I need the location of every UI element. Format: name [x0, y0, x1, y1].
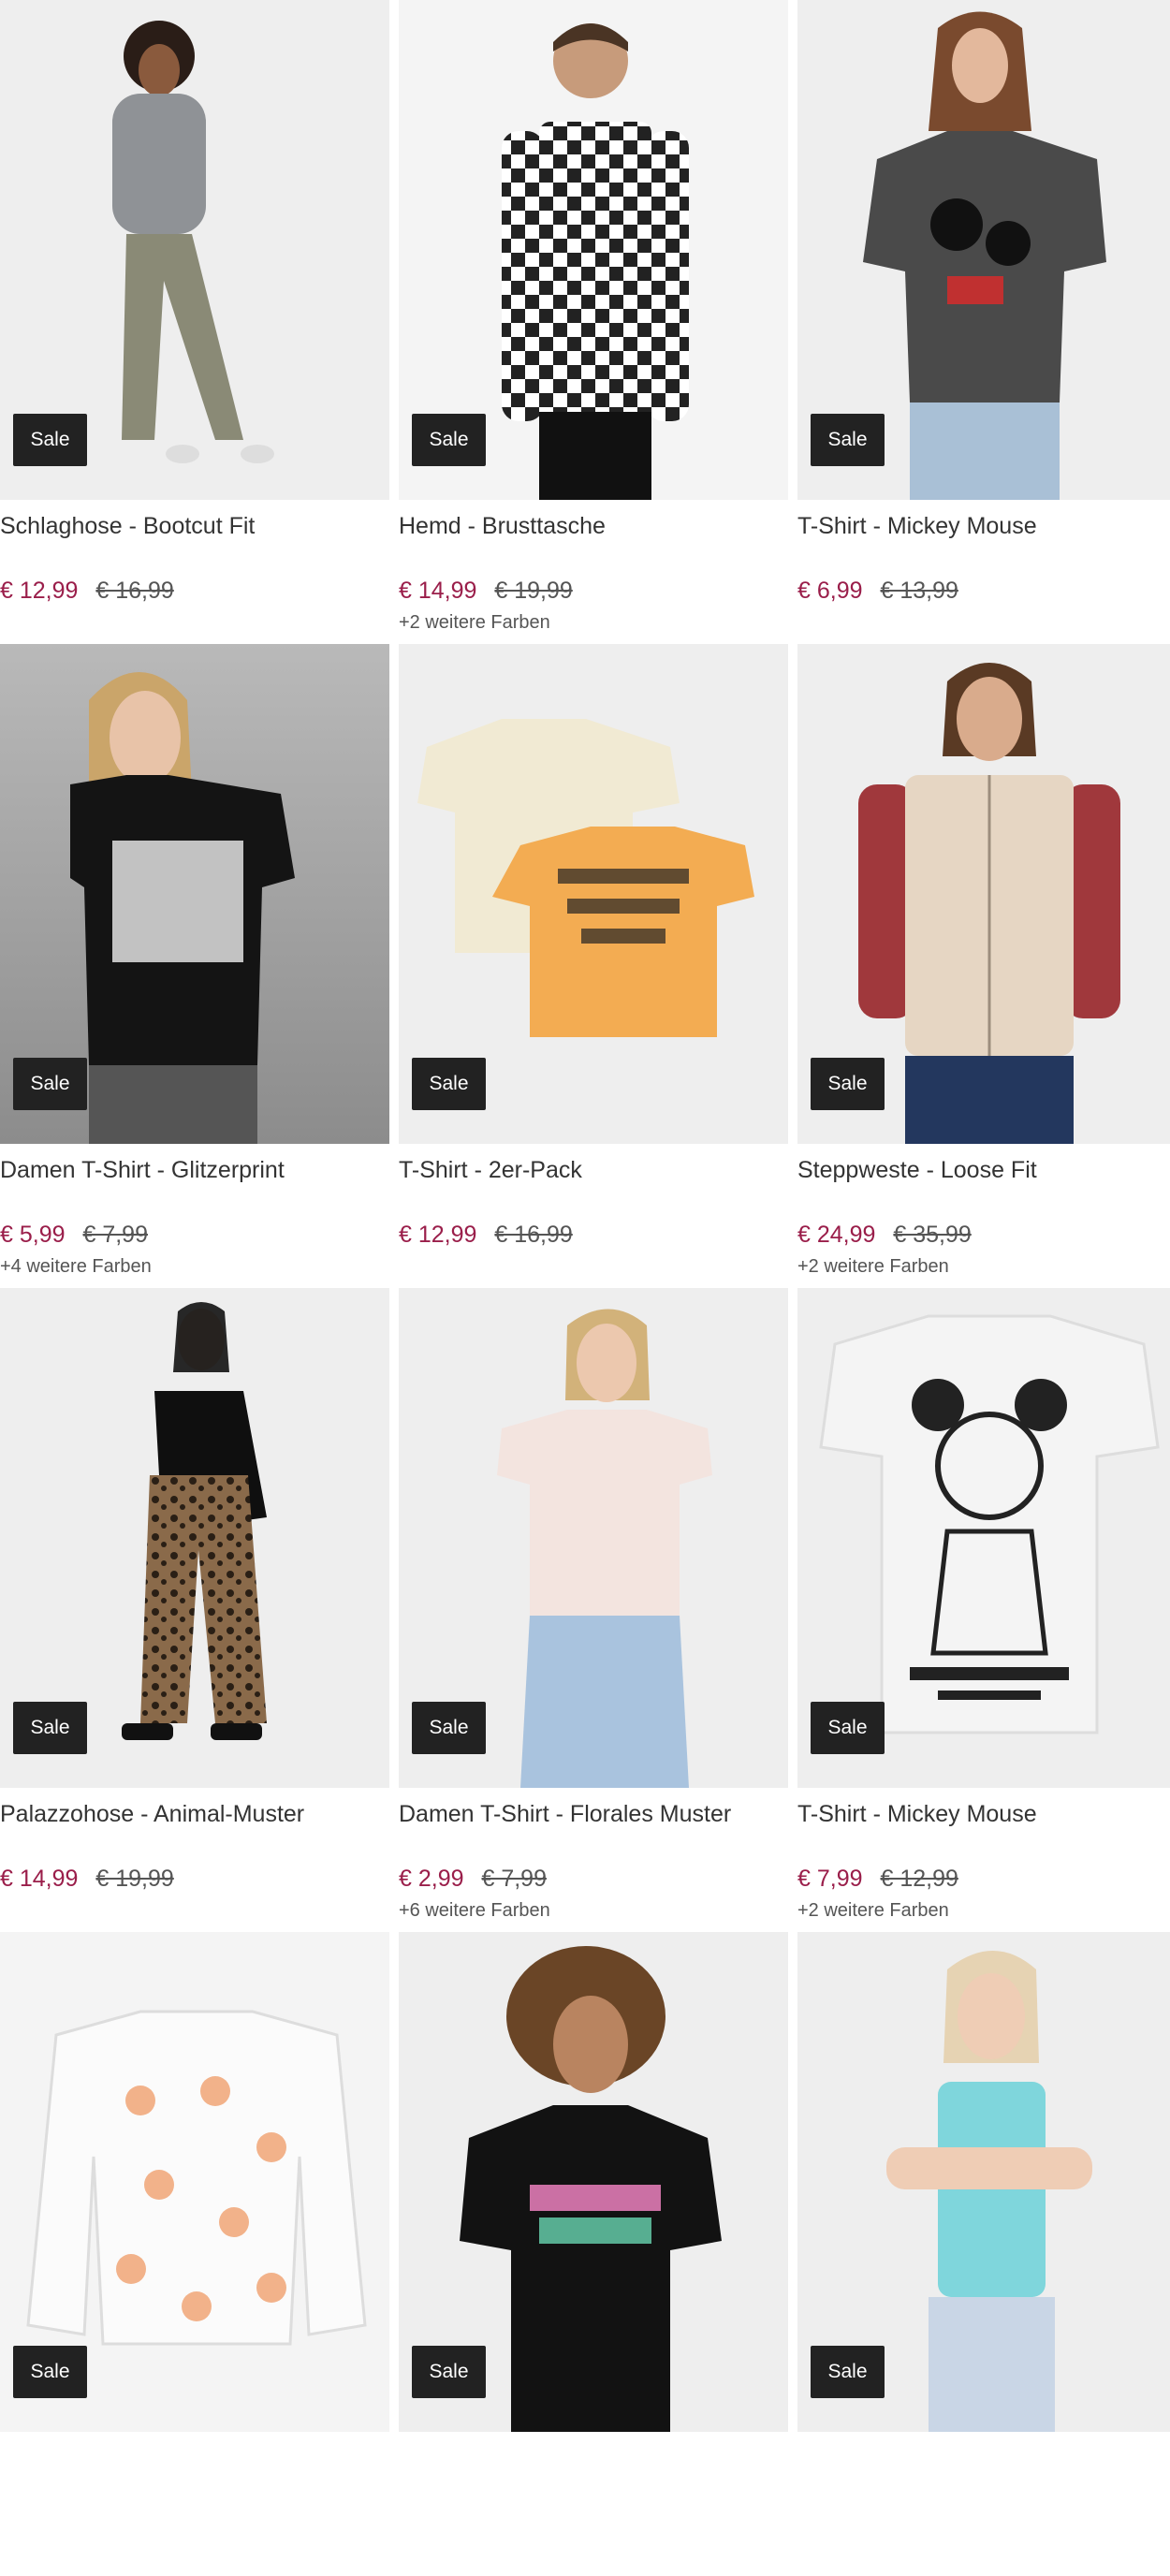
product-card[interactable]: Sale — [399, 1932, 788, 2576]
product-name[interactable]: Damen T-Shirt - Florales Muster — [399, 1799, 788, 1829]
price-row: € 6,99 € 13,99 — [797, 577, 1170, 605]
more-colors[interactable]: +4 weitere Farben — [0, 1256, 389, 1278]
product-card[interactable]: Sale — [797, 1932, 1170, 2576]
product-name[interactable]: Damen T-Shirt - Glitzerprint — [0, 1155, 389, 1185]
original-price: € 12,99 — [880, 1866, 958, 1892]
sale-price: € 5,99 — [0, 1222, 66, 1248]
sale-price: € 24,99 — [797, 1222, 876, 1248]
product-card[interactable]: Sale T-Shirt - Mickey Mouse € 6,99 € 13,… — [797, 0, 1170, 644]
sale-price: € 6,99 — [797, 578, 863, 604]
original-price: € 35,99 — [893, 1222, 972, 1248]
product-card[interactable]: Sale Palazzohose - Animal-Muster € 14,99… — [0, 1288, 389, 1932]
product-image[interactable]: Sale — [0, 1288, 389, 1788]
product-card[interactable]: Sale Hemd - Brusttasche € 14,99 € 19,99 … — [399, 0, 788, 644]
product-name[interactable]: T-Shirt - 2er-Pack — [399, 1155, 788, 1185]
more-colors[interactable]: +2 weitere Farben — [399, 612, 788, 634]
product-grid: Sale Schlaghose - Bootcut Fit € 12,99 € … — [0, 0, 1170, 2576]
sale-price: € 14,99 — [399, 578, 477, 604]
product-name[interactable]: T-Shirt - Mickey Mouse — [797, 511, 1170, 541]
product-card[interactable]: Sale Steppweste - Loose Fit € 24,99 € 35… — [797, 644, 1170, 1288]
sale-badge: Sale — [811, 414, 885, 466]
sale-badge: Sale — [412, 414, 486, 466]
more-colors[interactable]: +6 weitere Farben — [399, 1900, 788, 1922]
original-price: € 13,99 — [880, 578, 958, 604]
price-row: € 2,99 € 7,99 — [399, 1865, 788, 1893]
price-row: € 5,99 € 7,99 — [0, 1221, 389, 1249]
price-row: € 7,99 € 12,99 — [797, 1865, 1170, 1893]
price-row: € 12,99 € 16,99 — [0, 577, 389, 605]
price-row: € 12,99 € 16,99 — [399, 1221, 788, 1249]
product-image[interactable]: Sale — [797, 644, 1170, 1144]
product-image[interactable]: Sale — [797, 0, 1170, 500]
product-image[interactable]: Sale — [0, 1932, 389, 2432]
price-row: € 24,99 € 35,99 — [797, 1221, 1170, 1249]
sale-price: € 2,99 — [399, 1866, 464, 1892]
sale-price: € 7,99 — [797, 1866, 863, 1892]
sale-badge: Sale — [13, 2346, 87, 2398]
sale-badge: Sale — [811, 2346, 885, 2398]
product-card[interactable]: Sale T-Shirt - Mickey Mouse € 7,99 € 12,… — [797, 1288, 1170, 1932]
original-price: € 19,99 — [494, 578, 573, 604]
product-card[interactable]: Sale T-Shirt - 2er-Pack € 12,99 € 16,99 — [399, 644, 788, 1288]
sale-badge: Sale — [412, 1058, 486, 1110]
original-price: € 16,99 — [494, 1222, 573, 1248]
product-name[interactable]: Schlaghose - Bootcut Fit — [0, 511, 389, 541]
sale-price: € 12,99 — [0, 578, 79, 604]
more-colors[interactable]: +2 weitere Farben — [797, 1256, 1170, 1278]
original-price: € 16,99 — [95, 578, 174, 604]
product-image[interactable]: Sale — [399, 1288, 788, 1788]
product-card[interactable]: Sale Schlaghose - Bootcut Fit € 12,99 € … — [0, 0, 389, 644]
product-name[interactable]: Hemd - Brusttasche — [399, 511, 788, 541]
sale-price: € 12,99 — [399, 1222, 477, 1248]
product-card[interactable]: Sale — [0, 1932, 389, 2576]
price-row: € 14,99 € 19,99 — [399, 577, 788, 605]
sale-price: € 14,99 — [0, 1866, 79, 1892]
product-image[interactable]: Sale — [797, 1288, 1170, 1788]
product-name[interactable]: Steppweste - Loose Fit — [797, 1155, 1170, 1185]
sale-badge: Sale — [13, 1058, 87, 1110]
original-price: € 7,99 — [82, 1222, 148, 1248]
product-card[interactable]: Sale Damen T-Shirt - Florales Muster € 2… — [399, 1288, 788, 1932]
product-name[interactable]: T-Shirt - Mickey Mouse — [797, 1799, 1170, 1829]
product-image[interactable]: Sale — [399, 644, 788, 1144]
product-name[interactable]: Palazzohose - Animal-Muster — [0, 1799, 389, 1829]
sale-badge: Sale — [811, 1058, 885, 1110]
product-image[interactable]: Sale — [399, 1932, 788, 2432]
sale-badge: Sale — [811, 1702, 885, 1754]
sale-badge: Sale — [412, 1702, 486, 1754]
more-colors[interactable]: +2 weitere Farben — [797, 1900, 1170, 1922]
product-image[interactable]: Sale — [797, 1932, 1170, 2432]
original-price: € 19,99 — [95, 1866, 174, 1892]
product-image[interactable]: Sale — [0, 644, 389, 1144]
sale-badge: Sale — [13, 1702, 87, 1754]
product-card[interactable]: Sale Damen T-Shirt - Glitzerprint € 5,99… — [0, 644, 389, 1288]
product-image[interactable]: Sale — [0, 0, 389, 500]
sale-badge: Sale — [412, 2346, 486, 2398]
price-row: € 14,99 € 19,99 — [0, 1865, 389, 1893]
product-image[interactable]: Sale — [399, 0, 788, 500]
sale-badge: Sale — [13, 414, 87, 466]
original-price: € 7,99 — [481, 1866, 547, 1892]
